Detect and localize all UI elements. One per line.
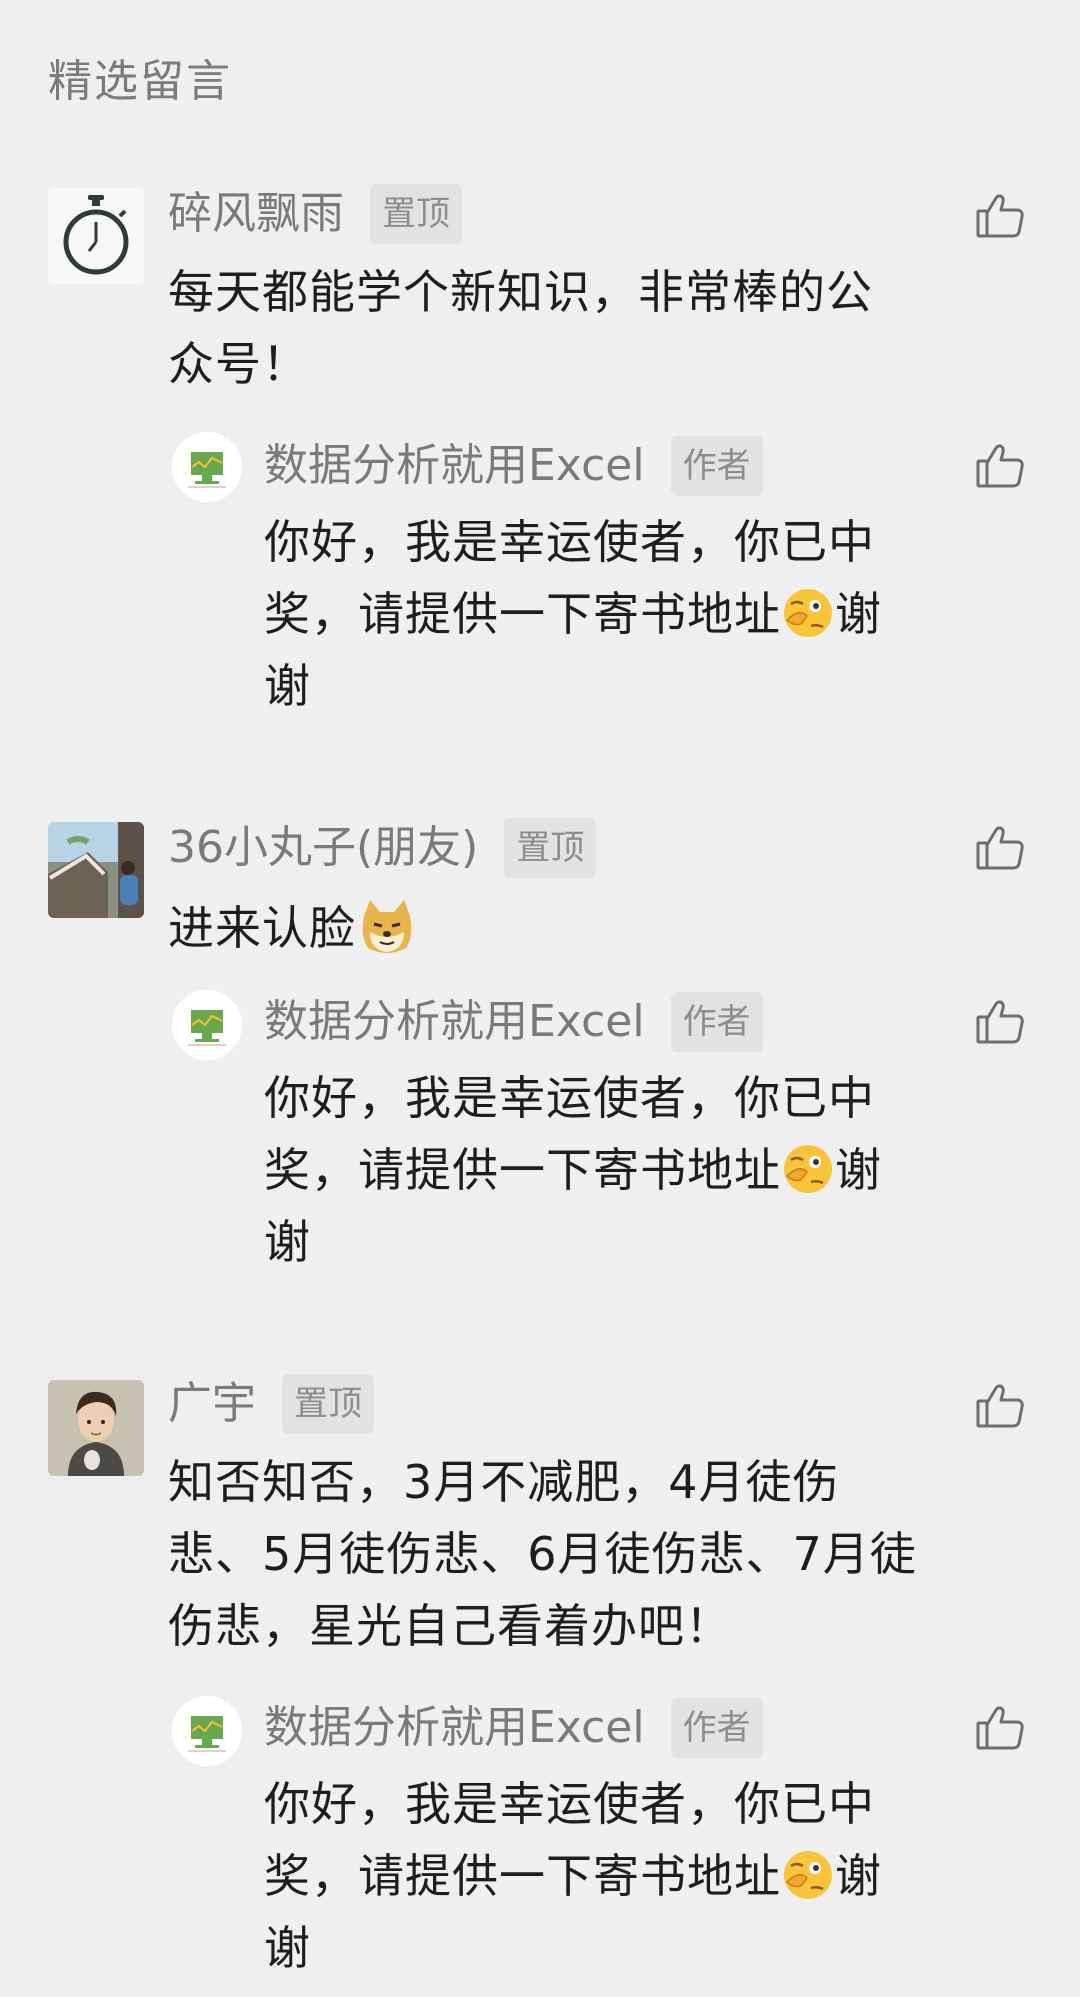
author-name[interactable]: 数据分析就用Excel bbox=[264, 434, 645, 498]
like-icon[interactable] bbox=[974, 996, 1026, 1048]
comment-text-line: 知否知否，3月不减肥，4月徒伤 bbox=[168, 1455, 840, 1509]
author-name[interactable]: 数据分析就用Excel bbox=[264, 1696, 645, 1760]
photo-avatar-icon bbox=[48, 822, 144, 918]
reply-text-line: 你好，我是幸运使者，你已中 bbox=[264, 1777, 875, 1831]
user-name[interactable]: 36小丸子(朋友) bbox=[168, 816, 478, 880]
comment-text-line: 每天都能学个新知识，非常棒的公 bbox=[168, 265, 873, 319]
author-badge: 作者 bbox=[670, 992, 763, 1052]
author-badge: 作者 bbox=[670, 1698, 763, 1758]
like-icon[interactable] bbox=[974, 190, 1026, 242]
reply-text-line: 奖，请提供一下寄书地址 谢 bbox=[264, 1848, 882, 1903]
reply-text-line: 谢 bbox=[264, 1921, 311, 1975]
reply-text-line: 奖，请提供一下寄书地址 谢 bbox=[264, 1142, 882, 1197]
comment-text: 知否知否，3月不减肥，4月徒伤 悲、5月徒伤悲、6月徒伤悲、7月徒 伤悲，星光自… bbox=[168, 1446, 917, 1662]
comment-text: 进来认脸 bbox=[168, 892, 418, 964]
reply-text: 你好，我是幸运使者，你已中 奖，请提供一下寄书地址 谢 谢 bbox=[264, 1768, 882, 1984]
reply-text-line: 谢 bbox=[264, 1215, 311, 1269]
stopwatch-icon bbox=[48, 188, 144, 284]
pinned-badge: 置顶 bbox=[282, 1374, 374, 1434]
author-badge: 作者 bbox=[670, 436, 763, 496]
like-icon[interactable] bbox=[974, 1380, 1026, 1432]
reply-text-line: 你好，我是幸运使者，你已中 bbox=[264, 515, 875, 569]
excel-logo-icon bbox=[172, 432, 242, 502]
user-avatar[interactable] bbox=[48, 188, 144, 284]
reply-text-line: 奖，请提供一下寄书地址 谢 bbox=[264, 586, 882, 641]
reply-text-line: 你好，我是幸运使者，你已中 bbox=[264, 1071, 875, 1125]
comment-text-line: 伤悲，星光自己看着办吧！ bbox=[168, 1599, 732, 1653]
section-title: 精选留言 bbox=[48, 56, 232, 107]
thinking-face-emoji bbox=[781, 1848, 835, 1902]
user-avatar[interactable] bbox=[48, 822, 144, 918]
thinking-face-emoji bbox=[781, 586, 835, 640]
thinking-face-emoji bbox=[781, 1142, 835, 1196]
like-icon[interactable] bbox=[974, 440, 1026, 492]
like-icon[interactable] bbox=[974, 822, 1026, 874]
pinned-badge: 置顶 bbox=[504, 818, 597, 878]
excel-logo-icon bbox=[172, 1696, 242, 1766]
like-icon[interactable] bbox=[974, 1702, 1026, 1754]
comment-text-line: 众号！ bbox=[168, 337, 309, 391]
comment-text-line: 悲、5月徒伤悲、6月徒伤悲、7月徒 bbox=[168, 1527, 917, 1581]
author-avatar[interactable] bbox=[172, 1696, 242, 1766]
illustrated-boy-avatar-icon bbox=[48, 1380, 144, 1476]
reply-text: 你好，我是幸运使者，你已中 奖，请提供一下寄书地址 谢 谢 bbox=[264, 506, 882, 722]
author-avatar[interactable] bbox=[172, 432, 242, 502]
reply-text-line: 谢 bbox=[264, 659, 311, 713]
excel-logo-icon bbox=[172, 990, 242, 1060]
author-avatar[interactable] bbox=[172, 990, 242, 1060]
user-name[interactable]: 广宇 bbox=[168, 1372, 256, 1436]
pinned-badge: 置顶 bbox=[370, 184, 462, 244]
comment-text: 每天都能学个新知识，非常棒的公 众号！ bbox=[168, 256, 873, 400]
doge-emoji bbox=[356, 896, 418, 958]
author-name[interactable]: 数据分析就用Excel bbox=[264, 990, 645, 1054]
user-name[interactable]: 碎风飘雨 bbox=[168, 182, 344, 246]
user-avatar[interactable] bbox=[48, 1380, 144, 1476]
reply-text: 你好，我是幸运使者，你已中 奖，请提供一下寄书地址 谢 谢 bbox=[264, 1062, 882, 1278]
